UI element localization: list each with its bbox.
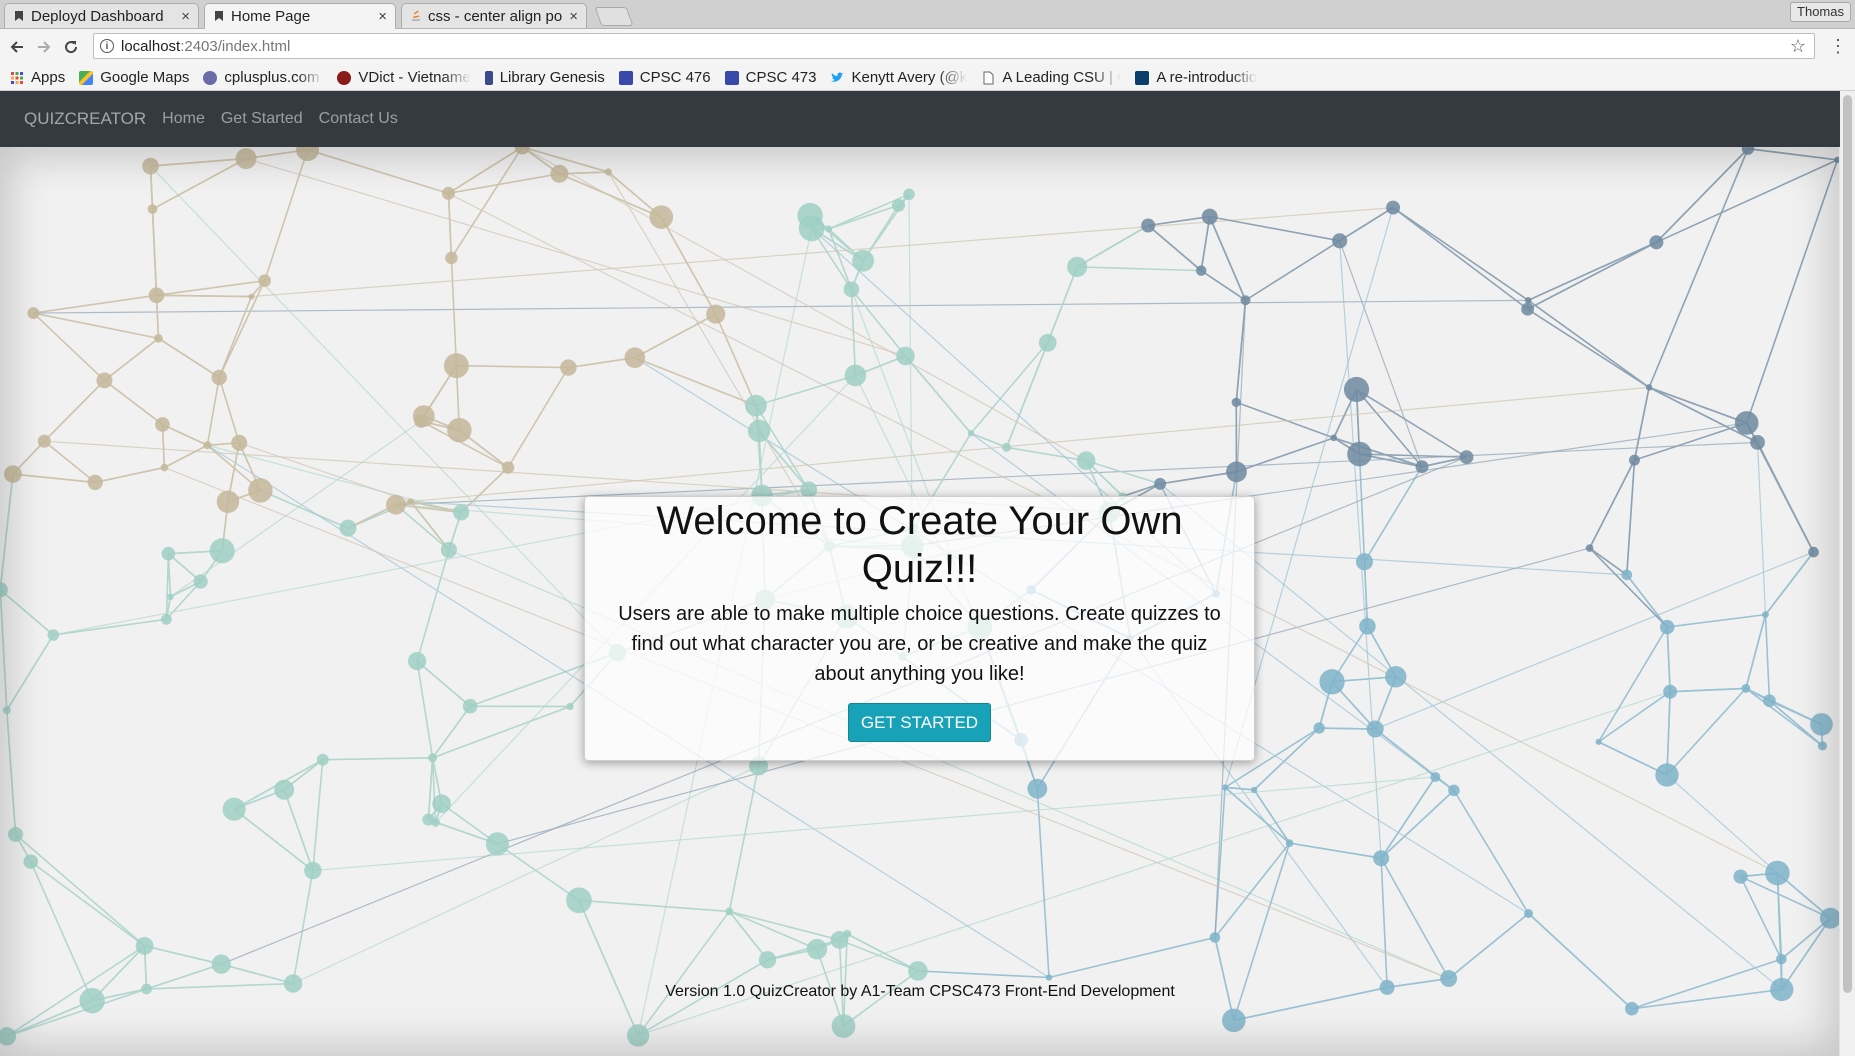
- vdict-icon: [337, 70, 352, 85]
- tab-label: Home Page: [231, 8, 311, 25]
- bookmark-cpsc-476[interactable]: CPSC 476: [618, 69, 711, 86]
- scrollbar-thumb[interactable]: [1843, 95, 1852, 993]
- bookmark-kenytt-avery[interactable]: Kenytt Avery (@k: [830, 69, 967, 86]
- info-icon[interactable]: i: [100, 39, 114, 53]
- get-started-button[interactable]: GET STARTED: [847, 703, 992, 742]
- deployd-favicon-icon: [15, 11, 23, 21]
- nav-link-contact-us[interactable]: Contact Us: [319, 110, 398, 128]
- browser-menu-icon[interactable]: ⋮: [1829, 36, 1847, 57]
- bookmark-apps[interactable]: Apps: [10, 69, 65, 86]
- bookmark-cpsc-473[interactable]: CPSC 473: [724, 69, 816, 86]
- page-icon: [983, 71, 994, 84]
- close-tab-icon[interactable]: ×: [569, 8, 578, 25]
- welcome-title: Welcome to Create Your Own Quiz!!!: [656, 499, 1183, 591]
- forward-arrow-icon[interactable]: [33, 36, 55, 58]
- bookmarks-bar: Apps Google Maps cplusplus.com - T VDict…: [0, 65, 1855, 91]
- url-host: localhost: [121, 37, 181, 55]
- close-tab-icon[interactable]: ×: [181, 8, 190, 25]
- reload-icon[interactable]: [60, 36, 82, 58]
- nav-link-home[interactable]: Home: [162, 110, 205, 128]
- mdn-icon: [1135, 70, 1150, 85]
- footer-version-text: Version 1.0 QuizCreator by A1-Team CPSC4…: [665, 983, 1175, 1000]
- calendar-icon: [724, 70, 739, 85]
- tab-deployd-dashboard[interactable]: Deployd Dashboard ×: [4, 3, 199, 28]
- profile-button[interactable]: Thomas: [1790, 2, 1851, 22]
- tab-strip: Deployd Dashboard × Home Page × css - ce…: [0, 0, 1855, 29]
- tab-label: css - center align po: [428, 7, 563, 25]
- stackoverflow-favicon-icon: [412, 10, 420, 21]
- bookmark-re-introduction[interactable]: A re-introductio: [1135, 69, 1257, 86]
- calendar-icon: [618, 70, 633, 85]
- address-bar[interactable]: i localhost:2403/index.html ☆: [93, 33, 1815, 59]
- bookmark-google-maps[interactable]: Google Maps: [79, 69, 189, 86]
- brand-logo[interactable]: QUIZCREATOR: [24, 109, 146, 129]
- bookmark-cplusplus[interactable]: cplusplus.com - T: [203, 69, 323, 86]
- welcome-description: Users are able to make multiple choice q…: [618, 603, 1221, 685]
- apps-grid-icon: [11, 71, 23, 84]
- page-viewport: QUIZCREATOR Home Get Started Contact Us …: [0, 91, 1840, 1056]
- top-navbar: QUIZCREATOR Home Get Started Contact Us: [0, 91, 1840, 147]
- twitter-icon: [831, 72, 844, 82]
- google-maps-icon: [79, 70, 94, 85]
- bookmark-library-genesis[interactable]: Library Genesis: [484, 69, 605, 86]
- bookmark-leading-csu[interactable]: A Leading CSU | C: [981, 69, 1121, 86]
- page-scrollbar[interactable]: [1839, 91, 1855, 1056]
- tab-home-page[interactable]: Home Page ×: [204, 3, 396, 29]
- deployd-favicon-icon: [215, 11, 223, 21]
- back-arrow-icon[interactable]: [6, 36, 28, 58]
- cplusplus-icon: [203, 70, 218, 85]
- bookmark-star-icon[interactable]: ☆: [1790, 36, 1806, 57]
- nav-link-get-started[interactable]: Get Started: [221, 110, 303, 128]
- new-tab-button[interactable]: [594, 7, 634, 26]
- tab-css-center-align[interactable]: css - center align po ×: [401, 3, 587, 28]
- tab-label: Deployd Dashboard: [31, 7, 164, 25]
- close-tab-icon[interactable]: ×: [378, 8, 387, 25]
- welcome-card: Welcome to Create Your Own Quiz!!! Users…: [584, 496, 1255, 761]
- url-path: :2403/index.html: [180, 37, 291, 55]
- bookmark-vdict[interactable]: VDict - Vietname: [337, 69, 471, 86]
- browser-toolbar: i localhost:2403/index.html ☆ ⋮: [0, 29, 1855, 65]
- library-genesis-icon: [484, 70, 493, 85]
